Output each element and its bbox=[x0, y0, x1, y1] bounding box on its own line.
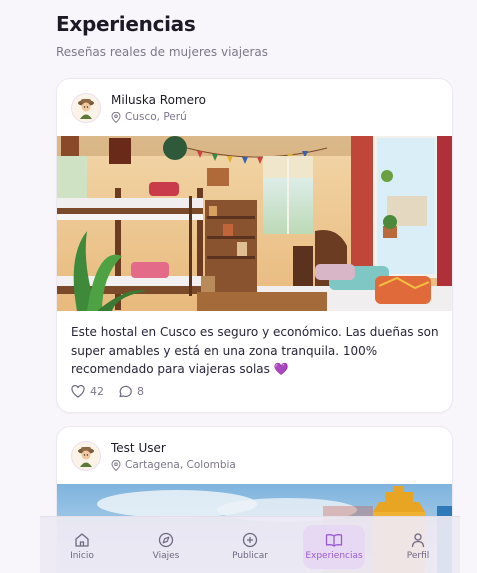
user-icon bbox=[411, 533, 425, 548]
post-location: Cusco, Perú bbox=[111, 111, 206, 123]
comment-button[interactable]: 8 bbox=[118, 385, 144, 398]
page-subtitle: Reseñas reales de mujeres viajeras bbox=[56, 45, 269, 59]
comment-count: 8 bbox=[137, 385, 144, 398]
traveler-avatar-icon bbox=[78, 99, 94, 119]
map-pin-icon bbox=[111, 111, 121, 123]
post-location: Cartagena, Colombia bbox=[111, 459, 236, 471]
bottom-nav: Inicio Viajes Publicar Experiencias Perf… bbox=[40, 516, 460, 573]
nav-item-experiencias[interactable]: Experiencias bbox=[303, 524, 365, 569]
nav-item-publicar[interactable]: Publicar bbox=[219, 525, 281, 569]
page-header: Experiencias Reseñas reales de mujeres v… bbox=[56, 12, 268, 59]
post-author[interactable]: Miluska Romero Cusco, Perú bbox=[71, 93, 206, 123]
post-photo[interactable] bbox=[57, 136, 452, 311]
location-text: Cartagena, Colombia bbox=[125, 459, 236, 471]
comment-icon bbox=[119, 385, 132, 398]
nav-label: Publicar bbox=[232, 551, 268, 561]
author-name[interactable]: Miluska Romero bbox=[111, 93, 206, 107]
nav-item-perfil[interactable]: Perfil bbox=[387, 525, 449, 569]
nav-item-inicio[interactable]: Inicio bbox=[51, 525, 113, 569]
avatar[interactable] bbox=[71, 93, 101, 123]
hostal-room-photo bbox=[57, 136, 452, 311]
nav-label: Viajes bbox=[152, 551, 180, 561]
nav-label: Inicio bbox=[70, 551, 94, 561]
nav-item-viajes[interactable]: Viajes bbox=[135, 525, 197, 569]
nav-label: Experiencias bbox=[305, 551, 363, 561]
home-icon bbox=[75, 533, 89, 547]
page-title: Experiencias bbox=[56, 12, 196, 36]
experiences-page: Experiencias Reseñas reales de mujeres v… bbox=[0, 0, 477, 573]
post-text: Este hostal en Cusco es seguro y económi… bbox=[71, 325, 439, 376]
heart-icon bbox=[71, 385, 85, 398]
experience-card[interactable]: Miluska Romero Cusco, Perú Este hostal e… bbox=[56, 78, 453, 413]
location-text: Cusco, Perú bbox=[125, 111, 187, 123]
book-icon bbox=[325, 534, 343, 547]
traveler-avatar-icon bbox=[78, 447, 94, 467]
compass-icon bbox=[158, 532, 174, 548]
like-count: 42 bbox=[90, 385, 104, 398]
like-button[interactable]: 42 bbox=[71, 385, 104, 398]
map-pin-icon bbox=[111, 459, 121, 471]
avatar[interactable] bbox=[71, 441, 101, 471]
author-name[interactable]: Test User bbox=[111, 441, 236, 455]
post-reactions: 42 8 bbox=[71, 385, 158, 398]
plus-circle-icon bbox=[242, 532, 258, 548]
post-author[interactable]: Test User Cartagena, Colombia bbox=[71, 441, 236, 471]
nav-label: Perfil bbox=[406, 551, 430, 561]
